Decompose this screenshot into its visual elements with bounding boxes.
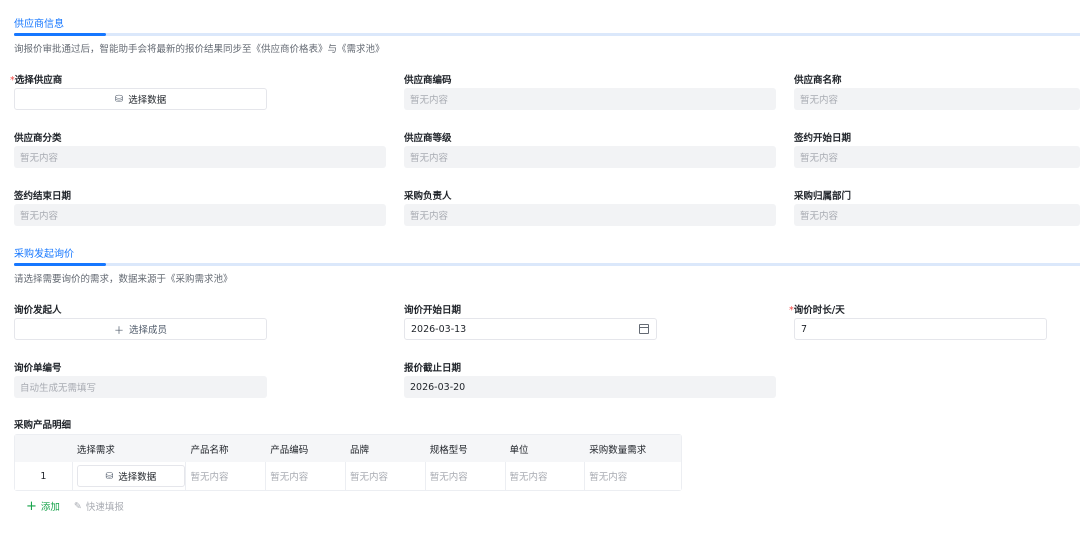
- section-desc-supplier: 询报价审批通过后，智能助手会将最新的报价结果同步至《供应商价格表》与《需求池》: [14, 44, 385, 55]
- calendar-icon[interactable]: [639, 324, 649, 334]
- supplier-level-label: 供应商等级: [404, 133, 452, 144]
- header-unit: 单位: [509, 444, 529, 456]
- row-index: 1: [15, 462, 73, 490]
- section-divider: [14, 33, 1080, 36]
- inquiry-number-label: 询价单编号: [14, 363, 62, 374]
- header-quantity: 采购数量需求: [589, 444, 647, 456]
- header-product-code: 产品编码: [270, 444, 309, 456]
- header-spec: 规格型号: [429, 444, 468, 456]
- database-icon: ⛁: [114, 93, 124, 105]
- row-product-code: 暂无内容: [266, 462, 346, 490]
- section-desc-inquiry: 请选择需要询价的需求，数据来源于《采购需求池》: [14, 274, 233, 285]
- section-title-inquiry: 采购发起询价: [14, 249, 74, 260]
- initiator-label: 询价发起人: [14, 305, 62, 316]
- plus-icon: ＋: [113, 325, 124, 337]
- supplier-name-field: 暂无内容: [794, 88, 1080, 110]
- row-quantity: 暂无内容: [589, 472, 628, 483]
- product-table-title: 采购产品明细: [14, 420, 72, 431]
- row-select-data-button[interactable]: ⛁ 选择数据: [76, 465, 185, 487]
- inquiry-number-field: 自动生成无需填写: [14, 376, 267, 398]
- plus-icon: +: [26, 498, 37, 514]
- supplier-level-field: 暂无内容: [404, 146, 776, 168]
- purchase-owner-label: 采购负责人: [404, 191, 452, 202]
- header-brand: 品牌: [350, 444, 370, 456]
- deadline-field: 2026-03-20: [404, 376, 776, 398]
- row-brand: 暂无内容: [346, 462, 426, 490]
- table-actions: + 添加 ✎ 快速填报: [26, 498, 124, 514]
- start-date-picker[interactable]: 2026-03-13: [404, 318, 657, 340]
- supplier-code-label: 供应商编码: [404, 75, 452, 86]
- row-spec: 暂无内容: [426, 462, 506, 490]
- purchase-owner-field: 暂无内容: [404, 204, 776, 226]
- contract-end-field: 暂无内容: [14, 204, 386, 226]
- supplier-category-field: 暂无内容: [14, 146, 386, 168]
- contract-start-field: 暂无内容: [794, 146, 1080, 168]
- header-select-req: 选择需求: [76, 444, 115, 456]
- row-product-name: 暂无内容: [186, 462, 267, 490]
- supplier-name-label: 供应商名称: [794, 75, 842, 86]
- duration-label: *询价时长/天: [789, 305, 845, 316]
- purchase-dept-label: 采购归属部门: [794, 191, 852, 202]
- row-select-req-cell: ⛁ 选择数据: [73, 462, 187, 490]
- contract-end-label: 签约结束日期: [14, 191, 72, 202]
- section-title-supplier: 供应商信息: [14, 19, 64, 30]
- edit-icon: ✎: [73, 500, 82, 512]
- section-divider: [14, 263, 1080, 266]
- table-row: 1 ⛁ 选择数据 暂无内容 暂无内容 暂无内容 暂无内容 暂无内容 暂无内容: [15, 462, 681, 490]
- select-member-button[interactable]: ＋选择成员: [14, 318, 267, 340]
- contract-start-label: 签约开始日期: [794, 133, 852, 144]
- product-table: 选择需求 产品名称 产品编码 品牌 规格型号 单位 采购数量需求 1 ⛁ 选择数据…: [14, 434, 682, 491]
- select-supplier-label: *选择供应商: [10, 75, 63, 86]
- add-row-button[interactable]: + 添加: [26, 498, 60, 514]
- supplier-code-field: 暂无内容: [404, 88, 776, 110]
- supplier-category-label: 供应商分类: [14, 133, 62, 144]
- table-header: 选择需求 产品名称 产品编码 品牌 规格型号 单位 采购数量需求: [15, 435, 681, 462]
- header-product-name: 产品名称: [190, 444, 229, 456]
- header-index: [15, 435, 73, 462]
- row-unit: 暂无内容: [506, 462, 586, 490]
- deadline-label: 报价截止日期: [404, 363, 462, 374]
- database-icon: ⛁: [105, 470, 114, 482]
- quick-fill-button[interactable]: ✎ 快速填报: [73, 499, 124, 514]
- duration-input[interactable]: 7: [794, 318, 1047, 340]
- start-date-label: 询价开始日期: [404, 305, 462, 316]
- purchase-dept-field: 暂无内容: [794, 204, 1080, 226]
- select-supplier-button[interactable]: ⛁ 选择数据: [14, 88, 267, 110]
